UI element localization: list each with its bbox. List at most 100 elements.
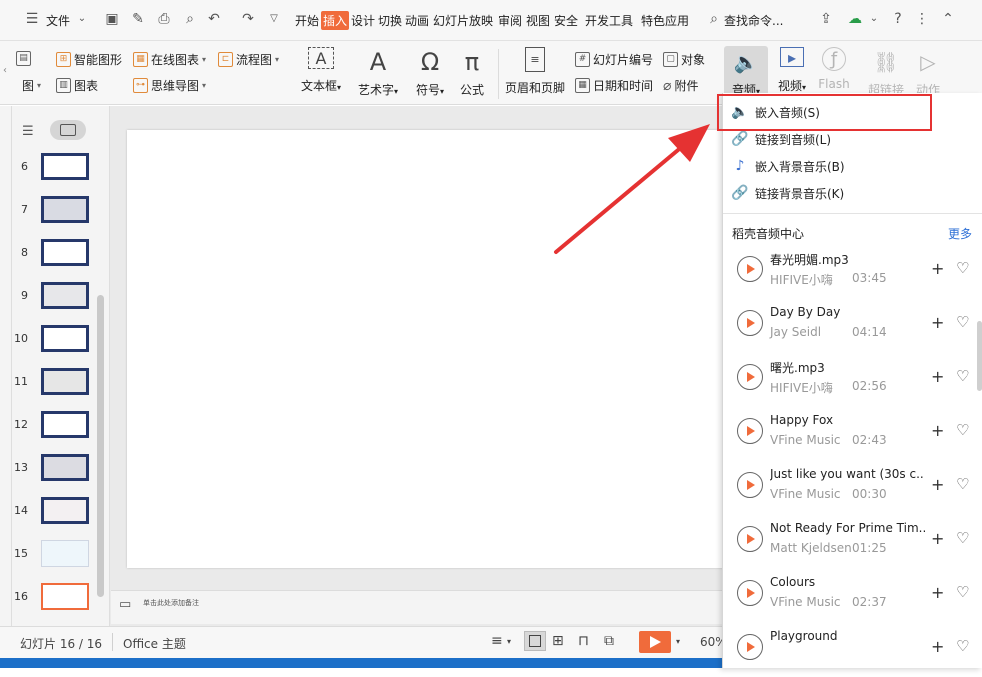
- slide-thumbnail[interactable]: [41, 583, 89, 610]
- presenter-view-icon[interactable]: ⧉: [604, 633, 614, 649]
- partial-button-bottom[interactable]: 图 ▾: [22, 77, 41, 94]
- add-icon[interactable]: +: [931, 529, 944, 548]
- play-icon[interactable]: [737, 634, 763, 660]
- play-icon[interactable]: [737, 580, 763, 606]
- chevron-down-icon[interactable]: ▾: [676, 637, 680, 646]
- more-icon[interactable]: ⋮: [914, 11, 930, 27]
- mindmap-button[interactable]: ⊶ 思维导图 ▾: [133, 77, 206, 94]
- heart-icon[interactable]: ♡: [956, 583, 969, 601]
- tab-insert[interactable]: 插入: [321, 11, 350, 30]
- heart-icon[interactable]: ♡: [956, 475, 969, 493]
- embed-bgm-item[interactable]: ♪ 嵌入背景音乐(B): [731, 153, 845, 179]
- undo-icon[interactable]: ↶: [206, 11, 222, 27]
- slide-number-button[interactable]: # 幻灯片编号: [575, 51, 653, 68]
- more-link[interactable]: 更多: [948, 225, 972, 242]
- music-item[interactable]: Happy Fox VFine Music 02:43 + ♡: [723, 407, 982, 461]
- hamburger-menu-icon[interactable]: ☰: [24, 11, 40, 27]
- slide-thumbnail[interactable]: [41, 196, 89, 223]
- header-footer-button[interactable]: ≡ 页眉和页脚: [502, 47, 568, 96]
- chevron-down-icon[interactable]: ⌄: [74, 11, 90, 27]
- file-menu[interactable]: 文件: [46, 12, 70, 29]
- attachment-button[interactable]: ⌀ 附件: [663, 77, 698, 94]
- search-icon[interactable]: ⌕: [706, 11, 722, 27]
- reading-view-icon[interactable]: ⊓: [578, 633, 589, 649]
- heart-icon[interactable]: ♡: [956, 637, 969, 655]
- slide-thumbnail[interactable]: [41, 153, 89, 180]
- music-item[interactable]: Playground + ♡: [723, 623, 982, 677]
- flowchart-button[interactable]: ⊏ 流程图 ▾: [218, 51, 279, 68]
- wordart-button[interactable]: A 艺术字▾: [353, 47, 403, 98]
- heart-icon[interactable]: ♡: [956, 259, 969, 277]
- print-preview-icon[interactable]: ⌕: [182, 11, 198, 27]
- slide-thumbnail[interactable]: [41, 325, 89, 352]
- collapse-ribbon-icon[interactable]: ⌃: [940, 11, 956, 27]
- notes-pane[interactable]: ▭ 单击此处添加备注: [111, 590, 731, 624]
- dropdown-scrollbar[interactable]: [977, 321, 982, 391]
- slide-thumbnail[interactable]: [41, 497, 89, 524]
- save-icon[interactable]: ▣: [104, 11, 120, 27]
- play-icon[interactable]: [737, 310, 763, 336]
- redo-icon[interactable]: ↷: [240, 11, 256, 27]
- slide-thumbnail[interactable]: [41, 239, 89, 266]
- add-icon[interactable]: +: [931, 421, 944, 440]
- chart-button[interactable]: ▥ 图表: [56, 77, 98, 94]
- add-icon[interactable]: +: [931, 475, 944, 494]
- partial-button-top[interactable]: ▤: [16, 51, 31, 66]
- heart-icon[interactable]: ♡: [956, 529, 969, 547]
- heart-icon[interactable]: ♡: [956, 421, 969, 439]
- slide-thumbnail[interactable]: [41, 540, 89, 567]
- formula-button[interactable]: π 公式: [452, 47, 492, 98]
- object-button[interactable]: ▢ 对象: [663, 51, 705, 68]
- slide-thumbnail[interactable]: [41, 454, 89, 481]
- link-bgm-item[interactable]: 🔗 链接背景音乐(K): [731, 180, 844, 206]
- panel-scrollbar[interactable]: [97, 295, 104, 597]
- play-icon[interactable]: [737, 418, 763, 444]
- add-icon[interactable]: +: [931, 637, 944, 656]
- music-item[interactable]: Not Ready For Prime Tim... Matt Kjeldsen 0…: [723, 515, 982, 569]
- slide-thumbnail[interactable]: [41, 368, 89, 395]
- music-item[interactable]: 曙光.mp3 HIFIVE小嗨 02:56 + ♡: [723, 353, 982, 407]
- print-icon[interactable]: ⎙: [156, 11, 172, 27]
- slide-thumbnail[interactable]: [41, 282, 89, 309]
- help-icon[interactable]: ?: [890, 11, 906, 27]
- tab-design[interactable]: 设计: [351, 12, 375, 29]
- date-time-button[interactable]: ▦ 日期和时间: [575, 77, 653, 94]
- smart-art-button[interactable]: ⊞ 智能图形: [56, 51, 122, 68]
- play-icon[interactable]: [737, 472, 763, 498]
- theme-name[interactable]: Office 主题: [123, 635, 186, 652]
- embed-audio-item[interactable]: 🔈 嵌入音频(S): [731, 99, 820, 125]
- textbox-button[interactable]: A 文本框▾: [296, 47, 346, 94]
- scroll-left-icon[interactable]: ‹: [3, 65, 7, 76]
- add-icon[interactable]: +: [931, 367, 944, 386]
- add-icon[interactable]: +: [931, 259, 944, 278]
- music-item[interactable]: 春光明媚.mp3 HIFIVE小嗨 03:45 + ♡: [723, 245, 982, 299]
- play-icon[interactable]: [737, 364, 763, 390]
- tab-security[interactable]: 安全: [554, 12, 578, 29]
- tab-special[interactable]: 特色应用: [641, 12, 689, 29]
- symbol-button[interactable]: Ω 符号▾: [410, 47, 450, 98]
- outline-view-icon[interactable]: ☰: [22, 124, 34, 139]
- tab-animation[interactable]: 动画: [405, 12, 429, 29]
- chevron-down-icon[interactable]: ⌄: [866, 11, 882, 27]
- tab-view[interactable]: 视图: [526, 12, 550, 29]
- tab-home[interactable]: 开始: [295, 12, 319, 29]
- heart-icon[interactable]: ♡: [956, 367, 969, 385]
- format-painter-icon[interactable]: ✎: [130, 11, 146, 27]
- audio-button[interactable]: 🔈 音频▾: [724, 47, 768, 98]
- play-icon[interactable]: [737, 526, 763, 552]
- slide-thumbnail[interactable]: [41, 411, 89, 438]
- play-icon[interactable]: [737, 256, 763, 282]
- share-icon[interactable]: ⇪: [818, 11, 834, 27]
- video-button[interactable]: ▸ 视频▾: [770, 47, 814, 94]
- cloud-sync-icon[interactable]: ☁: [847, 11, 863, 27]
- add-icon[interactable]: +: [931, 313, 944, 332]
- customize-icon[interactable]: ▽: [266, 11, 282, 27]
- tab-review[interactable]: 审阅: [498, 12, 522, 29]
- notes-toggle-icon[interactable]: ≡: [491, 633, 503, 649]
- tab-developer[interactable]: 开发工具: [585, 12, 633, 29]
- heart-icon[interactable]: ♡: [956, 313, 969, 331]
- music-item[interactable]: Colours VFine Music 02:37 + ♡: [723, 569, 982, 623]
- music-item[interactable]: Just like you want (30s c... VFine Music 0…: [723, 461, 982, 515]
- music-item[interactable]: Day By Day Jay Seidl 04:14 + ♡: [723, 299, 982, 353]
- link-audio-item[interactable]: 🔗 链接到音频(L): [731, 126, 831, 152]
